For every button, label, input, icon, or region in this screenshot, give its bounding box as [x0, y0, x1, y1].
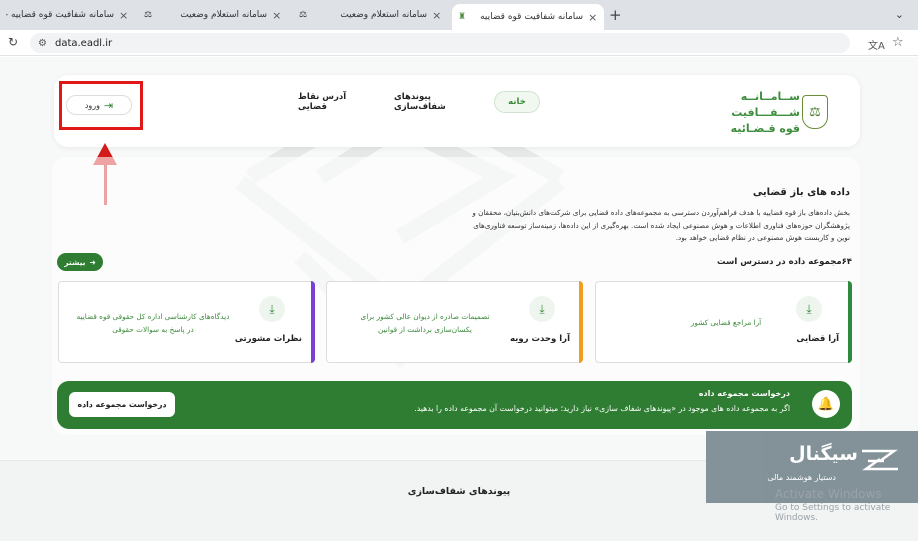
judiciary-emblem-icon: ⚖	[802, 95, 828, 129]
card-description: دیدگاه‌های کارشناسی اداره کل حقوقی قوه ق…	[76, 312, 230, 334]
download-icon[interactable]: ⤓	[796, 296, 822, 322]
bell-icon: 🔔	[812, 390, 840, 418]
card-description: آرا مراجع قضایی کشور	[690, 318, 762, 327]
section-description: بخش داده‌های باز قوه قضاییه با هدف فراهم…	[472, 208, 850, 242]
arrow-left-icon: ➜	[89, 257, 96, 267]
close-icon[interactable]: ×	[119, 9, 128, 22]
close-icon[interactable]: ×	[588, 11, 597, 24]
url-text: data.eadl.ir	[54, 37, 113, 49]
request-banner: 🔔 درخواست مجموعه داده اگر به مجموعه داده…	[57, 381, 852, 429]
card-accent	[579, 281, 583, 363]
request-title: درخواست مجموعه داده	[698, 389, 790, 398]
card-title: آرا وحدت رویه	[509, 334, 570, 344]
card-title: آرا قضایی	[796, 334, 839, 344]
tab-label: سامانه شفافیت قوه قضاییه	[480, 12, 584, 22]
request-dataset-button[interactable]: درخواست مجموعه داده	[69, 392, 175, 417]
scales-icon: ⚖	[144, 10, 153, 20]
dataset-card[interactable]: ⤓ تصمیمات صادره از دیوان عالی کشور برای …	[326, 281, 583, 363]
logo-line: ســامــانــه	[740, 90, 800, 103]
browser-tab-active[interactable]: ♜ سامانه شفافیت قوه قضاییه ×	[452, 4, 604, 30]
ad-brand: سیگنال	[789, 443, 858, 465]
annotation-highlight-box	[59, 81, 143, 130]
download-icon[interactable]: ⤓	[529, 296, 555, 322]
windows-activation-title: Activate Windows	[775, 487, 882, 501]
download-icon[interactable]: ⤓	[259, 296, 285, 322]
more-label: بیشتر	[64, 257, 86, 267]
section-title: داده های باز قضایی	[752, 187, 850, 198]
site-info-icon[interactable]: ⚙	[38, 38, 47, 49]
card-title: نظرات مشورتی	[234, 334, 302, 344]
windows-activation-subtitle: Go to Settings to activate Windows.	[775, 503, 891, 523]
signal-logo-icon	[862, 449, 898, 471]
site-logo-text[interactable]: ســامــانــه شـــفـــافیت قوه قـضـائیه	[718, 89, 800, 137]
more-button[interactable]: بیشتر ➜	[57, 253, 103, 271]
dataset-card[interactable]: ⤓ دیدگاه‌های کارشناسی اداره کل حقوقی قوه…	[58, 281, 315, 363]
tab-menu-button[interactable]: ⌄	[895, 8, 904, 21]
dataset-count: ۶۴مجموعه داده در دسترس است	[717, 257, 852, 267]
card-accent	[311, 281, 315, 363]
translate-icon[interactable]: 文A	[868, 37, 885, 52]
address-bar-row: ↻ ⚙ data.eadl.ir 文A ☆	[0, 30, 918, 56]
tab-bar: سامانه شفافیت قوه قضاییه - ‎.ir × ⚖ ساما…	[0, 0, 918, 30]
tab-label: سامانه استعلام وضعیت	[340, 10, 428, 20]
ad-tagline: دستیار هوشمند مالی	[767, 473, 836, 482]
new-tab-button[interactable]: +	[609, 6, 622, 24]
nav-judicial-addresses[interactable]: آدرس نقاط قضایی	[298, 91, 378, 113]
emblem-icon: ♜	[458, 12, 467, 22]
tab-label: سامانه شفافیت قوه قضاییه - ‎.ir	[6, 10, 114, 20]
logo-line: شـــفـــافیت	[731, 106, 800, 119]
nav-home[interactable]: خانه	[494, 91, 540, 113]
bookmark-star-icon[interactable]: ☆	[892, 35, 904, 50]
close-icon[interactable]: ×	[272, 9, 281, 22]
logo-line: قوه قـضـائیه	[730, 122, 800, 135]
browser-tab[interactable]: ⚖ سامانه استعلام وضعیت ×	[293, 4, 448, 26]
scales-icon: ⚖	[299, 10, 308, 20]
card-description: تصمیمات صادره از دیوان عالی کشور برای یک…	[360, 312, 490, 334]
address-bar[interactable]: ⚙ data.eadl.ir	[30, 33, 850, 53]
page-content: ⚖ ســامــانــه شـــفـــافیت قوه قـضـائیه…	[0, 57, 918, 541]
dataset-card[interactable]: ⤓ آرا مراجع قضایی کشور آرا قضایی	[595, 281, 852, 363]
card-accent	[848, 281, 852, 363]
reload-icon[interactable]: ↻	[8, 35, 18, 49]
tab-label: سامانه استعلام وضعیت	[180, 10, 268, 20]
request-description: اگر به مجموعه داده های موجود در «پیوندها…	[414, 404, 790, 413]
site-header: ⚖ ســامــانــه شـــفـــافیت قوه قـضـائیه…	[54, 75, 860, 147]
browser-tab[interactable]: سامانه شفافیت قوه قضاییه - ‎.ir ×	[0, 4, 135, 26]
close-icon[interactable]: ×	[432, 9, 441, 22]
browser-tab[interactable]: ⚖ سامانه استعلام وضعیت ×	[138, 4, 288, 26]
nav-transparency-links[interactable]: پیوندهای شفاف‌سازی	[394, 91, 484, 113]
